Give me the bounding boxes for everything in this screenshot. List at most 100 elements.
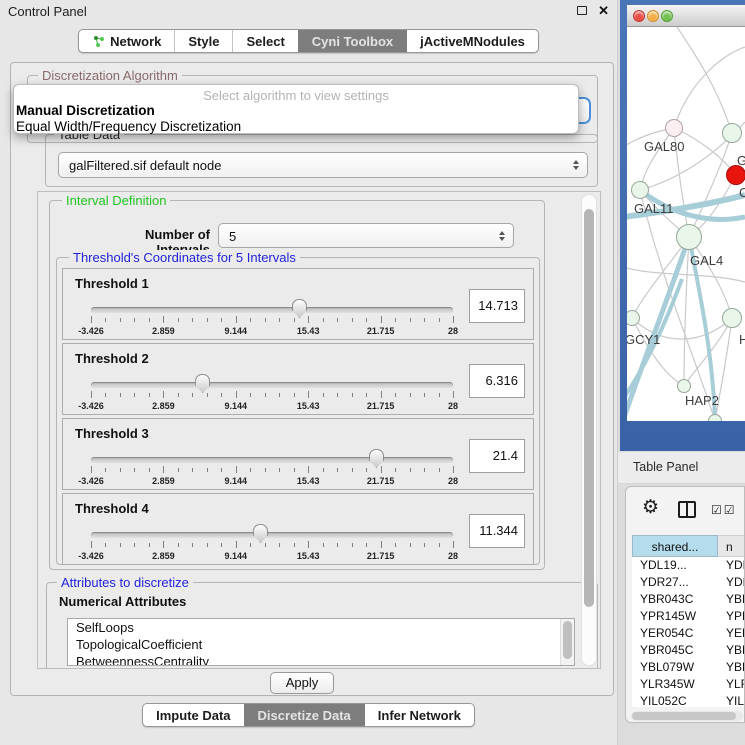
attributes-list-scrollbar[interactable] (560, 619, 574, 665)
table-row[interactable]: YDL19...YDL1 (632, 557, 745, 574)
attribute-item[interactable]: SelfLoops (68, 619, 574, 636)
apply-button[interactable]: Apply (270, 672, 334, 694)
combo-spinner-icon (573, 157, 579, 173)
table-row[interactable]: YBR043CYBR0 (632, 591, 745, 608)
settings-vertical-scrollbar[interactable] (581, 194, 597, 666)
tab-label: Select (246, 34, 284, 49)
slider-ticks (91, 391, 453, 400)
table-row[interactable]: YDR27...YDR2 (632, 574, 745, 591)
zoom-button[interactable] (661, 10, 673, 22)
column-header-shared[interactable]: shared... (632, 535, 718, 557)
slider-scale-labels: -3.4262.8599.14415.4321.71528 (91, 551, 453, 561)
table-header: shared... n (632, 535, 745, 557)
threshold-label: Threshold 3 (75, 426, 149, 441)
threshold-slider[interactable]: -3.4262.8599.14415.4321.71528 (91, 378, 453, 410)
slider-ticks (91, 541, 453, 550)
network-node[interactable] (665, 119, 683, 137)
table-row[interactable]: YER054CYER0 (632, 625, 745, 642)
threshold-value-field[interactable]: 21.4 (469, 439, 525, 473)
numerical-attributes-label: Numerical Attributes (59, 594, 186, 609)
network-node[interactable] (726, 165, 745, 185)
table-data-group: Table Data galFiltered.sif default node (45, 134, 598, 187)
tab-infer-network[interactable]: Infer Network (364, 704, 474, 726)
slider-scale-labels: -3.4262.8599.14415.4321.71528 (91, 326, 453, 336)
table-row[interactable]: YPR145WYPR1 (632, 608, 745, 625)
tab-label: Impute Data (156, 708, 230, 723)
close-icon[interactable]: ✕ (598, 3, 609, 19)
slider-scale-labels: -3.4262.8599.14415.4321.71528 (91, 401, 453, 411)
interval-definition-group: Interval Definition Number of Intervals … (49, 200, 545, 570)
dropdown-option-manual-discretization[interactable]: Manual Discretization (14, 103, 578, 119)
threshold-value-field[interactable]: 6.316 (469, 364, 525, 398)
algorithm-dropdown-popup: Select algorithm to view settings Manual… (13, 84, 579, 134)
attributes-group: Attributes to discretize Numerical Attri… (46, 582, 598, 669)
table-row[interactable]: YBR045CYBR0 (632, 642, 745, 659)
threshold-slider[interactable]: -3.4262.8599.14415.4321.71528 (91, 528, 453, 560)
top-tab-bar: Network Style Select Cyni Toolbox jActiv… (0, 29, 617, 53)
tab-style[interactable]: Style (174, 30, 232, 52)
table-row[interactable]: YLR345WYLR3 (632, 676, 745, 693)
settings-gear-icon[interactable]: ⚙ (642, 496, 659, 519)
slider-ticks (91, 466, 453, 475)
cyni-content-panel: Discretization Algorithm Table Data galF… (10, 62, 614, 696)
tab-jactivemnodules[interactable]: jActiveMNodules (406, 30, 538, 52)
network-canvas[interactable]: GAL80GACGAL11GAL4GCY1HHAP2 (627, 27, 745, 421)
number-of-intervals-value: 5 (229, 224, 236, 249)
tab-discretize-data[interactable]: Discretize Data (244, 704, 364, 726)
slider-track[interactable] (91, 532, 453, 538)
threshold-value-field[interactable]: 14.713 (469, 289, 525, 323)
network-node-label: GAL80 (644, 139, 684, 154)
threshold-label: Threshold 4 (75, 501, 149, 516)
column-checkboxes-icon[interactable]: ☑☑ (711, 503, 737, 517)
tab-network[interactable]: Network (79, 30, 174, 52)
dropdown-option-equal-width-frequency[interactable]: Equal Width/Frequency Discretization (14, 119, 578, 135)
table-panel-title: Table Panel (633, 460, 698, 474)
column-header-name[interactable]: n (718, 535, 745, 557)
network-node[interactable] (676, 224, 702, 250)
tab-label: Style (188, 34, 219, 49)
network-node[interactable] (722, 123, 742, 143)
threshold-label: Threshold 2 (75, 351, 149, 366)
table-horizontal-scrollbar[interactable] (631, 711, 743, 721)
network-node-label: HAP2 (685, 393, 719, 408)
threshold-value-field[interactable]: 11.344 (469, 514, 525, 548)
network-node-label: GAL11 (634, 201, 674, 216)
settings-scrollpane: Interval Definition Number of Intervals … (37, 191, 601, 669)
attribute-item[interactable]: BetweennessCentrality (68, 653, 574, 666)
network-node[interactable] (722, 308, 742, 328)
tab-select[interactable]: Select (232, 30, 297, 52)
number-of-intervals-combobox[interactable]: 5 (218, 223, 514, 248)
network-node-label: GCY1 (627, 332, 660, 347)
slider-track[interactable] (91, 382, 453, 388)
slider-track[interactable] (91, 457, 453, 463)
table-row[interactable]: YBL079WYBL0 (632, 659, 745, 676)
threshold-panel: Threshold 1 -3.4262.8599.14415.4321.7152… (62, 268, 534, 340)
tab-label: Infer Network (378, 708, 461, 723)
threshold-slider[interactable]: -3.4262.8599.14415.4321.71528 (91, 303, 453, 335)
network-node[interactable] (708, 414, 722, 421)
network-node[interactable] (677, 379, 691, 393)
attributes-items: SelfLoopsTopologicalCoefficientBetweenne… (68, 619, 574, 666)
slider-scale-labels: -3.4262.8599.14415.4321.71528 (91, 476, 453, 486)
float-window-icon[interactable] (577, 6, 587, 15)
network-window-titlebar (627, 5, 745, 27)
combo-spinner-icon (499, 228, 505, 244)
close-button[interactable] (633, 10, 645, 22)
network-node[interactable] (631, 181, 649, 199)
scrollbar-thumb[interactable] (632, 712, 736, 720)
threshold-slider[interactable]: -3.4262.8599.14415.4321.71528 (91, 453, 453, 485)
attributes-list[interactable]: SelfLoopsTopologicalCoefficientBetweenne… (67, 618, 575, 666)
minimize-button[interactable] (647, 10, 659, 22)
tab-cyni-toolbox[interactable]: Cyni Toolbox (298, 30, 406, 52)
table-panel: ⚙ ☑☑ shared... n YDL19...YDL1YDR27...YDR… (625, 486, 745, 723)
split-columns-icon[interactable] (678, 501, 696, 518)
slider-track[interactable] (91, 307, 453, 313)
scrollbar-thumb[interactable] (584, 209, 594, 607)
tab-impute-data[interactable]: Impute Data (143, 704, 243, 726)
group-title-discretization-algorithm: Discretization Algorithm (38, 68, 182, 83)
attribute-item[interactable]: TopologicalCoefficient (68, 636, 574, 653)
network-icon (92, 35, 105, 48)
table-row[interactable]: YIL052CYIL0 (632, 693, 745, 707)
bottom-tab-bar: Impute Data Discretize Data Infer Networ… (0, 703, 617, 727)
table-data-combobox[interactable]: galFiltered.sif default node (58, 152, 588, 178)
